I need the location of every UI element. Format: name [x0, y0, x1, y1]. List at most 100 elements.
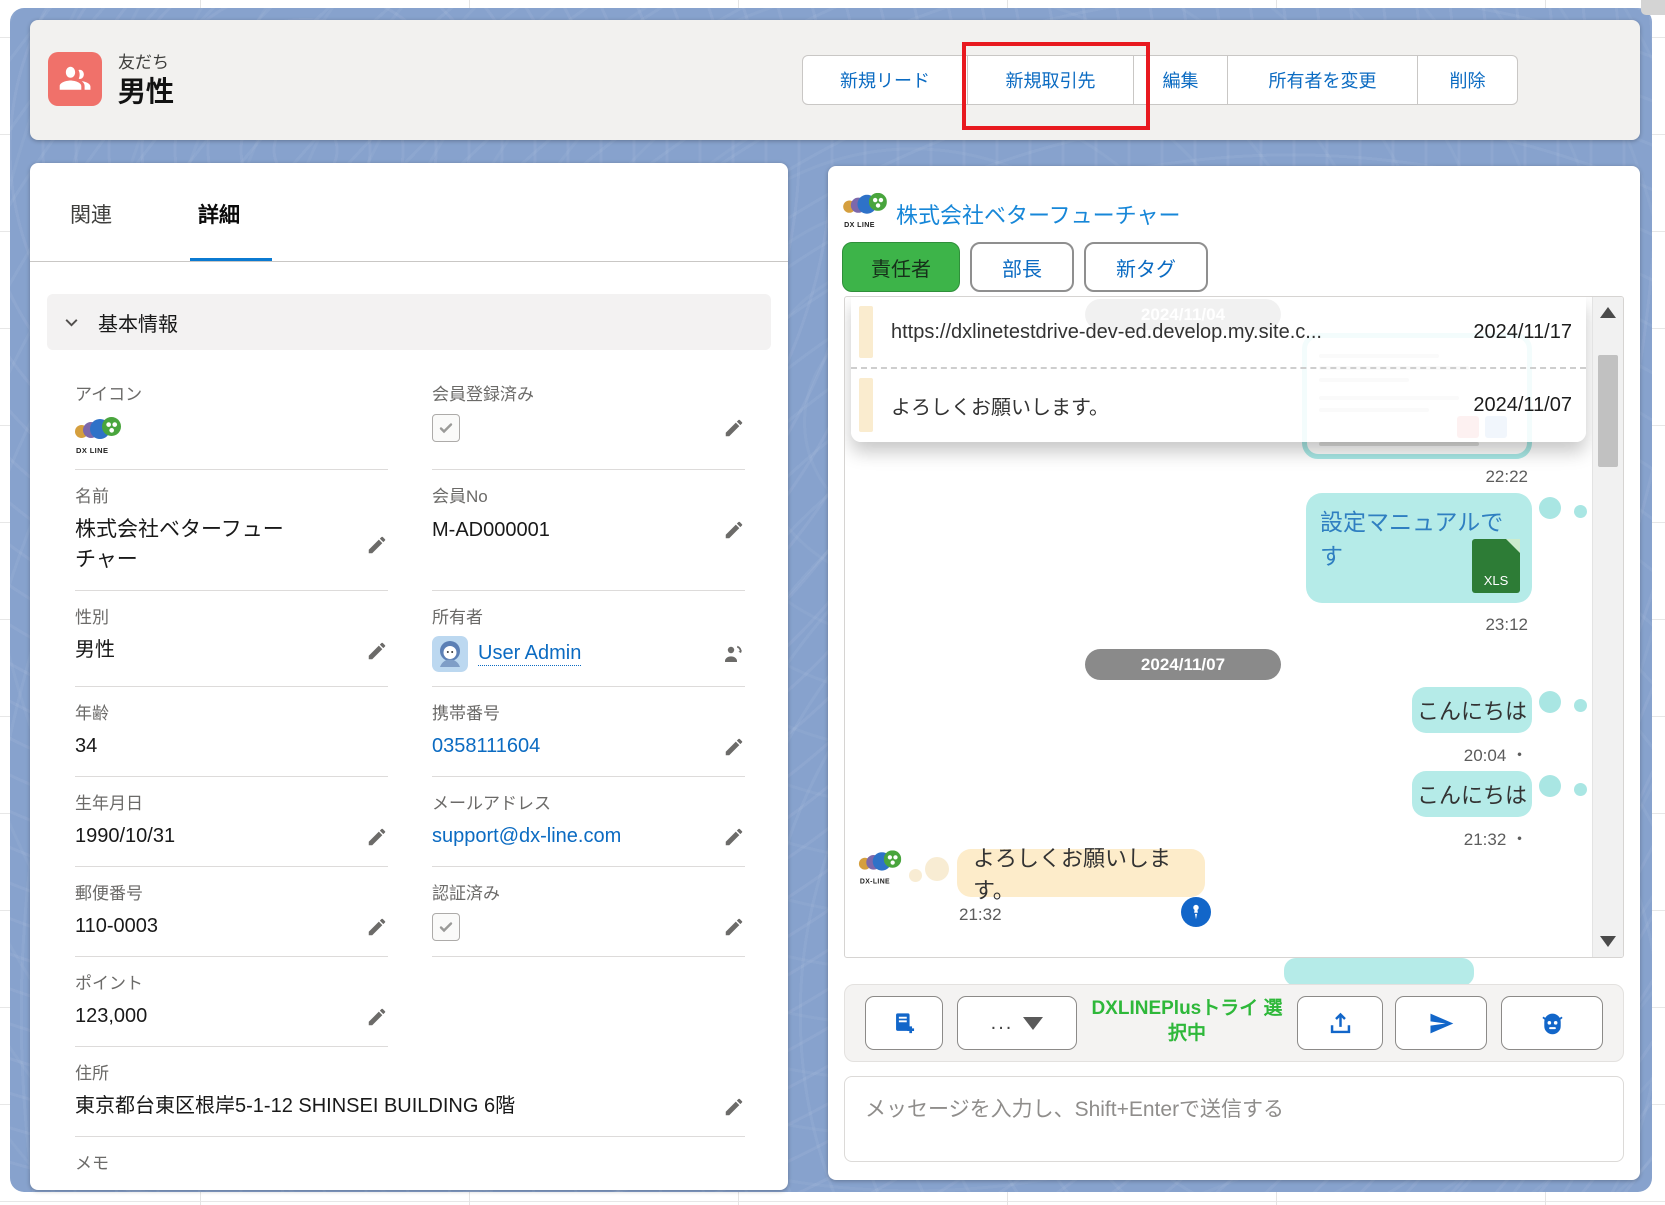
pin-accent-bar — [859, 378, 873, 432]
field-postal: 郵便番号 110-0003 — [75, 867, 388, 957]
read-indicator-dot — [1539, 775, 1561, 797]
field-label: 所有者 — [432, 603, 745, 628]
field-icon: アイコン DX LINE — [75, 368, 388, 470]
edit-pencil-icon[interactable] — [723, 826, 745, 848]
field-label: 生年月日 — [75, 789, 388, 814]
chat-toolbar: ... DXLINEPlusトライ 選択中 — [844, 984, 1624, 1062]
edit-pencil-icon[interactable] — [723, 916, 745, 938]
read-indicator-dot — [1574, 699, 1587, 712]
field-owner: 所有者 User Admin — [432, 591, 745, 687]
field-label: アイコン — [75, 380, 388, 405]
chat-message-area: 2024/11/04 22:22 設定マニュアルです XLS 23:12 202… — [844, 296, 1624, 958]
more-options-dropdown[interactable]: ... — [957, 996, 1077, 1050]
owner-link[interactable]: User Admin — [478, 642, 581, 666]
incoming-message: よろしくお願いします。 — [957, 849, 1205, 897]
template-message-button[interactable] — [865, 996, 943, 1050]
field-gender: 性別 男性 — [75, 591, 388, 687]
new-lead-button[interactable]: 新規リード — [802, 55, 968, 105]
tag-director[interactable]: 部長 — [970, 242, 1074, 292]
message-input[interactable] — [845, 1077, 1623, 1161]
verified-checkbox-checked[interactable] — [432, 913, 460, 941]
date-separator: 2024/11/07 — [1085, 649, 1281, 680]
tab-details[interactable]: 詳細 — [198, 199, 240, 229]
edit-pencil-icon[interactable] — [366, 1006, 388, 1028]
field-memo: メモ — [75, 1137, 745, 1196]
field-label: 認証済み — [432, 879, 745, 904]
chat-scrollbar[interactable] — [1592, 297, 1623, 957]
registered-checkbox-checked[interactable] — [432, 414, 460, 442]
email-link[interactable]: support@dx-line.com — [432, 822, 621, 851]
field-label: 会員登録済み — [432, 380, 745, 405]
new-account-button[interactable]: 新規取引先 — [968, 55, 1134, 105]
edit-pencil-icon[interactable] — [723, 1096, 745, 1118]
scroll-down-arrow-icon[interactable] — [1600, 936, 1616, 947]
record-detail-panel: 関連 詳細 基本情報 アイコン DX LINE 会員登録済み — [30, 163, 788, 1190]
edit-pencil-icon[interactable] — [366, 534, 388, 556]
send-button[interactable] — [1395, 996, 1487, 1050]
caret-down-icon — [1023, 1017, 1043, 1030]
read-indicator-dot — [1574, 505, 1587, 518]
contact-record-icon — [48, 52, 102, 106]
edit-button[interactable]: 編集 — [1134, 55, 1228, 105]
scroll-up-arrow-icon[interactable] — [1600, 307, 1616, 318]
chat-contact-name[interactable]: 株式会社ベターフューチャー — [896, 198, 1180, 230]
xls-file-icon[interactable]: XLS — [1472, 539, 1520, 593]
tab-divider — [30, 261, 788, 262]
tab-related[interactable]: 関連 — [70, 199, 112, 229]
document-plus-icon — [891, 1010, 918, 1037]
field-value: 1990/10/31 — [75, 822, 175, 851]
pin-message-button[interactable] — [1181, 897, 1211, 927]
pushpin-icon — [1187, 903, 1205, 921]
field-label: 郵便番号 — [75, 879, 388, 904]
section-basic-info[interactable]: 基本情報 — [47, 294, 771, 350]
edit-pencil-icon[interactable] — [366, 640, 388, 662]
send-icon — [1428, 1010, 1455, 1037]
pinned-text: https://dxlinetestdrive-dev-ed.develop.m… — [891, 321, 1322, 344]
change-owner-icon[interactable] — [721, 642, 745, 666]
outgoing-message: こんにちは — [1412, 687, 1532, 733]
field-email: メールアドレス support@dx-line.com — [432, 777, 745, 867]
pinned-date: 2024/11/07 — [1473, 394, 1572, 417]
field-value: M-AD000001 — [432, 516, 550, 545]
field-value: 110-0003 — [75, 912, 158, 941]
field-label: 性別 — [75, 603, 388, 628]
scrollbar-thumb[interactable] — [1598, 355, 1618, 467]
record-header: 友だち 男性 新規リード 新規取引先 編集 所有者を変更 削除 — [30, 20, 1640, 140]
field-label: 住所 — [75, 1059, 745, 1084]
field-member-no: 会員No M-AD000001 — [432, 470, 745, 591]
edit-pencil-icon[interactable] — [723, 519, 745, 541]
delete-button[interactable]: 削除 — [1418, 55, 1518, 105]
field-label: 名前 — [75, 482, 388, 507]
contact-avatar-dx-line-logo: DX-LINE — [859, 847, 903, 886]
field-label: 携帯番号 — [432, 699, 745, 724]
bot-button[interactable] — [1501, 996, 1603, 1050]
tag-new[interactable]: 新タグ — [1084, 242, 1208, 292]
field-grid: アイコン DX LINE 会員登録済み 名前 株式会社ベターフューチャー — [75, 368, 745, 1196]
field-value: 株式会社ベターフューチャー — [75, 515, 300, 576]
chevron-down-icon — [63, 314, 80, 331]
dx-line-logo: DX LINE — [75, 413, 123, 455]
edit-pencil-icon[interactable] — [366, 916, 388, 938]
header-action-buttons: 新規リード 新規取引先 編集 所有者を変更 削除 — [802, 55, 1518, 105]
message-timestamp: 21:32 ・ — [1464, 825, 1528, 850]
tag-manager[interactable]: 責任者 — [842, 242, 960, 292]
pinned-item[interactable]: よろしくお願いします。 2024/11/07 — [851, 369, 1586, 441]
pinned-item[interactable]: https://dxlinetestdrive-dev-ed.develop.m… — [851, 297, 1586, 369]
record-title: 男性 — [118, 70, 174, 110]
dx-line-logo: DX LINE — [843, 189, 889, 229]
field-label: 年齢 — [75, 699, 388, 724]
edit-pencil-icon[interactable] — [723, 417, 745, 439]
upload-button[interactable] — [1297, 996, 1383, 1050]
file-message[interactable]: 設定マニュアルです XLS — [1306, 493, 1532, 603]
edit-pencil-icon[interactable] — [366, 826, 388, 848]
mobile-link[interactable]: 0358111604 — [432, 732, 540, 761]
check-icon — [438, 420, 454, 436]
field-value: 男性 — [75, 636, 115, 665]
edit-pencil-icon[interactable] — [723, 736, 745, 758]
outgoing-message: こんにちは — [1412, 771, 1532, 817]
robot-icon — [1539, 1010, 1566, 1037]
read-indicator-dot — [1539, 691, 1561, 713]
field-label: ポイント — [75, 969, 388, 994]
change-owner-button[interactable]: 所有者を変更 — [1228, 55, 1418, 105]
field-label: 会員No — [432, 482, 745, 507]
